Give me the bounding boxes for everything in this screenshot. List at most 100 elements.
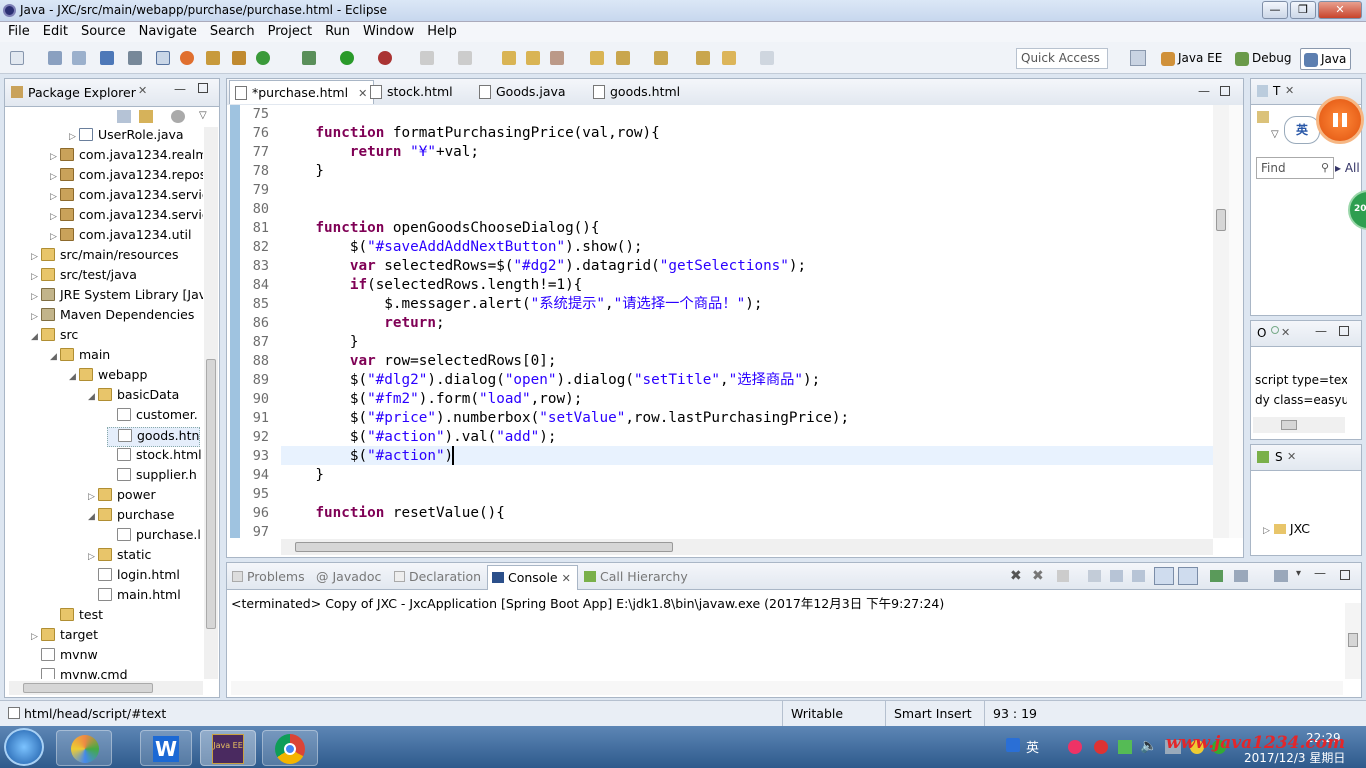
- start-button-icon[interactable]: [4, 728, 44, 766]
- editor-hscroll-thumb[interactable]: [295, 542, 673, 552]
- skip-breakpoints-icon[interactable]: [128, 51, 142, 65]
- tree-item[interactable]: main.html: [88, 587, 181, 607]
- save-all-icon[interactable]: [72, 51, 86, 65]
- tree-item[interactable]: stock.html: [107, 447, 202, 467]
- prev-annotation-icon[interactable]: [654, 51, 668, 65]
- perspective-debug[interactable]: Debug: [1232, 48, 1295, 70]
- tree-item[interactable]: ▷ com.java1234.repos: [50, 167, 203, 187]
- code-line[interactable]: $("#price").numberbox("setValue",row.las…: [281, 409, 849, 428]
- task-close-icon[interactable]: ✕: [1285, 84, 1294, 97]
- tree-item[interactable]: ◢ purchase: [88, 507, 174, 527]
- back-icon[interactable]: [722, 51, 736, 65]
- tree-twisty-icon[interactable]: ▷: [50, 212, 60, 222]
- console-minimize-icon[interactable]: —: [1314, 566, 1326, 580]
- tab-goods-java[interactable]: Goods.java: [474, 80, 572, 104]
- menu-project[interactable]: Project: [268, 22, 312, 39]
- tree-vscroll-thumb[interactable]: [206, 359, 216, 629]
- view-menu-icon[interactable]: ▽: [199, 110, 207, 121]
- servers-title[interactable]: S: [1275, 450, 1283, 464]
- console-vscroll-thumb[interactable]: [1348, 633, 1358, 647]
- code-line[interactable]: }: [281, 162, 324, 181]
- code-line[interactable]: if(selectedRows.length!=1){: [281, 276, 582, 295]
- panel-maximize-icon[interactable]: [198, 83, 208, 93]
- menu-source[interactable]: Source: [81, 22, 126, 39]
- console-vscrollbar[interactable]: [1345, 603, 1361, 679]
- debug-icon[interactable]: [302, 51, 316, 65]
- tree-twisty-icon[interactable]: ▷: [50, 172, 60, 182]
- perspective-javaee[interactable]: Java EE: [1158, 48, 1226, 70]
- tree-item[interactable]: ◢ basicData: [88, 387, 179, 407]
- stop-console-icon[interactable]: [1057, 570, 1069, 582]
- task-list-title[interactable]: T: [1273, 84, 1280, 98]
- editor-hscrollbar[interactable]: [281, 539, 1213, 555]
- ime-tray-icon[interactable]: [1006, 738, 1020, 752]
- tree-twisty-icon[interactable]: ◢: [88, 512, 98, 522]
- tree-twisty-icon[interactable]: ▷: [31, 252, 41, 262]
- code-line[interactable]: var row=selectedRows[0];: [281, 352, 557, 371]
- servers-close-icon[interactable]: ✕: [1287, 450, 1296, 463]
- code-line[interactable]: $.messager.alert("系统提示","请选择一个商品！");: [281, 295, 762, 314]
- tree-item[interactable]: ▷ UserRole.java: [69, 127, 184, 147]
- show-on-stderr-icon[interactable]: [1178, 567, 1198, 585]
- tab-call-hierarchy[interactable]: Call Hierarchy: [584, 569, 688, 584]
- editor-maximize-icon[interactable]: [1220, 86, 1230, 96]
- tree-item[interactable]: ◢ main: [50, 347, 110, 367]
- menu-window[interactable]: Window: [363, 22, 414, 39]
- tree-item[interactable]: mvnw.cmd: [31, 667, 128, 679]
- ime-badge[interactable]: 英: [1284, 116, 1320, 144]
- all-filter-link[interactable]: ▸ All: [1335, 161, 1360, 175]
- show-on-stdout-icon[interactable]: [1154, 567, 1174, 585]
- tree-item[interactable]: ▷ src/test/java: [31, 267, 137, 287]
- editor-minimize-icon[interactable]: —: [1198, 84, 1210, 98]
- tab-goods-html[interactable]: goods.html: [588, 80, 686, 104]
- tree-item[interactable]: customer.: [107, 407, 198, 427]
- tree-item[interactable]: test: [50, 607, 103, 627]
- display-console-icon[interactable]: [1234, 570, 1248, 582]
- tree-item[interactable]: ▷ com.java1234.util: [50, 227, 191, 247]
- tray-security-icon[interactable]: [1094, 740, 1108, 754]
- tree-item[interactable]: ◢ src: [31, 327, 78, 347]
- panel-minimize-icon[interactable]: —: [174, 82, 186, 96]
- code-line[interactable]: }: [281, 333, 359, 352]
- quick-access-input[interactable]: Quick Access: [1016, 48, 1108, 69]
- remove-all-terminated-icon[interactable]: ✖: [1032, 568, 1044, 584]
- tray-app-icon[interactable]: [1068, 740, 1082, 754]
- terminate-icon[interactable]: ✖: [1010, 568, 1022, 584]
- tree-item[interactable]: purchase.l: [107, 527, 201, 547]
- tree-item[interactable]: ◢ webapp: [69, 367, 147, 387]
- console-view-menu-icon[interactable]: ▾: [1296, 568, 1301, 579]
- clear-console-icon[interactable]: [1088, 570, 1101, 582]
- focus-icon[interactable]: [171, 110, 185, 123]
- find-input[interactable]: Find ⚲: [1256, 157, 1334, 179]
- next-annotation-icon[interactable]: [616, 51, 630, 65]
- tree-twisty-icon[interactable]: ▷: [88, 492, 98, 502]
- package-explorer-close-icon[interactable]: ✕: [138, 84, 147, 97]
- tree-item[interactable]: ▷ com.java1234.servic: [50, 207, 203, 227]
- tab-javadoc[interactable]: @ Javadoc: [316, 569, 381, 584]
- code-line[interactable]: function openGoodsChooseDialog(){: [281, 219, 599, 238]
- tree-item[interactable]: ▷ com.java1234.servic: [50, 187, 203, 207]
- taskbar-app-1[interactable]: [56, 730, 112, 766]
- tray-network-icon[interactable]: [1118, 740, 1132, 754]
- close-button[interactable]: ✕: [1318, 1, 1362, 19]
- tab-problems[interactable]: Problems: [232, 569, 305, 584]
- tree-hscroll-thumb[interactable]: [23, 683, 153, 693]
- menu-file[interactable]: File: [8, 22, 30, 39]
- code-area[interactable]: 75 76 function formatPurchasingPrice(val,…: [227, 105, 1213, 538]
- word-wrap-icon[interactable]: [1132, 570, 1145, 582]
- console-close-icon[interactable]: ✕: [562, 572, 571, 585]
- tree-hscrollbar[interactable]: [9, 681, 203, 695]
- tab-purchase-html[interactable]: *purchase.html ✕: [229, 80, 375, 104]
- taskbar-chrome[interactable]: [262, 730, 318, 766]
- console-icon[interactable]: [100, 51, 114, 65]
- tree-item[interactable]: ▷ com.java1234.realm: [50, 147, 203, 167]
- menu-run[interactable]: Run: [325, 22, 350, 39]
- code-line[interactable]: return "¥"+val;: [281, 143, 479, 162]
- open-console-icon[interactable]: [1274, 570, 1288, 582]
- tab-stock-html[interactable]: stock.html: [365, 80, 459, 104]
- outline-maximize-icon[interactable]: [1339, 326, 1349, 336]
- taskbar-app-2[interactable]: W: [140, 730, 192, 766]
- tree-twisty-icon[interactable]: ▷: [31, 312, 41, 322]
- tree-item[interactable]: ▷ target: [31, 627, 98, 647]
- perspective-java[interactable]: Java: [1300, 48, 1352, 70]
